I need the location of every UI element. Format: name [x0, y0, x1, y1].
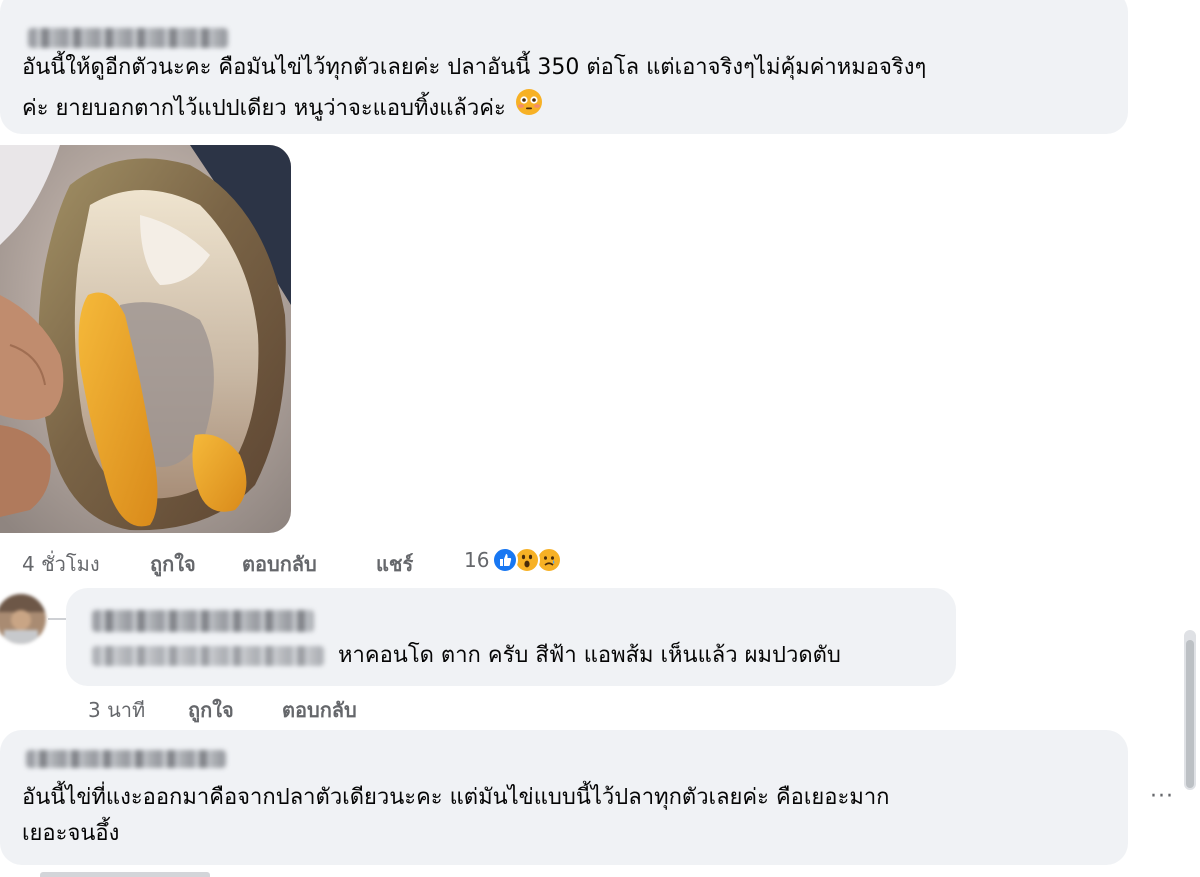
reply-thread-line — [48, 618, 66, 620]
comment-text-line-1: อันนี้ให้ดูอีกตัวนะคะ คือมันไข่ไว้ทุกตัว… — [22, 55, 927, 80]
commenter-name-blurred[interactable] — [26, 750, 226, 768]
reply-button[interactable]: ตอบกลับ — [242, 548, 317, 580]
reactions-summary[interactable] — [492, 545, 592, 577]
replier-name-blurred[interactable] — [92, 610, 314, 632]
flushed-face-icon — [515, 88, 543, 130]
reply-timestamp[interactable]: 3 นาที — [88, 694, 145, 726]
comment-timestamp[interactable]: 4 ชั่วโมง — [22, 548, 100, 580]
more-options-icon[interactable]: ··· — [1150, 784, 1174, 809]
scrollbar-thumb[interactable] — [1186, 640, 1194, 788]
avatar[interactable] — [0, 594, 46, 644]
comment-text-line-2: เยอะจนอึ้ง — [22, 821, 120, 846]
reaction-count[interactable]: 16 — [464, 548, 489, 572]
reply-actions: 3 นาที ถูกใจ ตอบกลับ — [88, 694, 488, 724]
dried-fish-with-roe-photo[interactable] — [0, 145, 291, 533]
reply-text: หาคอนโด ตาก ครับ สีฟ้า แอพส้ม เห็นแล้ว ผ… — [338, 643, 841, 668]
reply-button[interactable]: ตอบกลับ — [282, 694, 357, 726]
comment-text-line-2: ค่ะ ยายบอกตากไว้แปปเดียว หนูว่าจะแอบทิ้ง… — [22, 88, 543, 130]
tagged-name-blurred[interactable] — [92, 646, 324, 666]
like-button[interactable]: ถูกใจ — [150, 548, 196, 580]
commenter-name-blurred[interactable] — [28, 28, 228, 48]
next-comment-edge — [40, 872, 210, 877]
like-button[interactable]: ถูกใจ — [188, 694, 234, 726]
like-reaction-icon — [492, 547, 518, 573]
comment-text-line-1: อันนี้ไข่ที่แงะออกมาคือจากปลาตัวเดียวนะค… — [22, 785, 890, 810]
share-button[interactable]: แชร์ — [376, 548, 413, 580]
comment-text-line-2-content: ค่ะ ยายบอกตากไว้แปปเดียว หนูว่าจะแอบทิ้ง… — [22, 96, 506, 121]
